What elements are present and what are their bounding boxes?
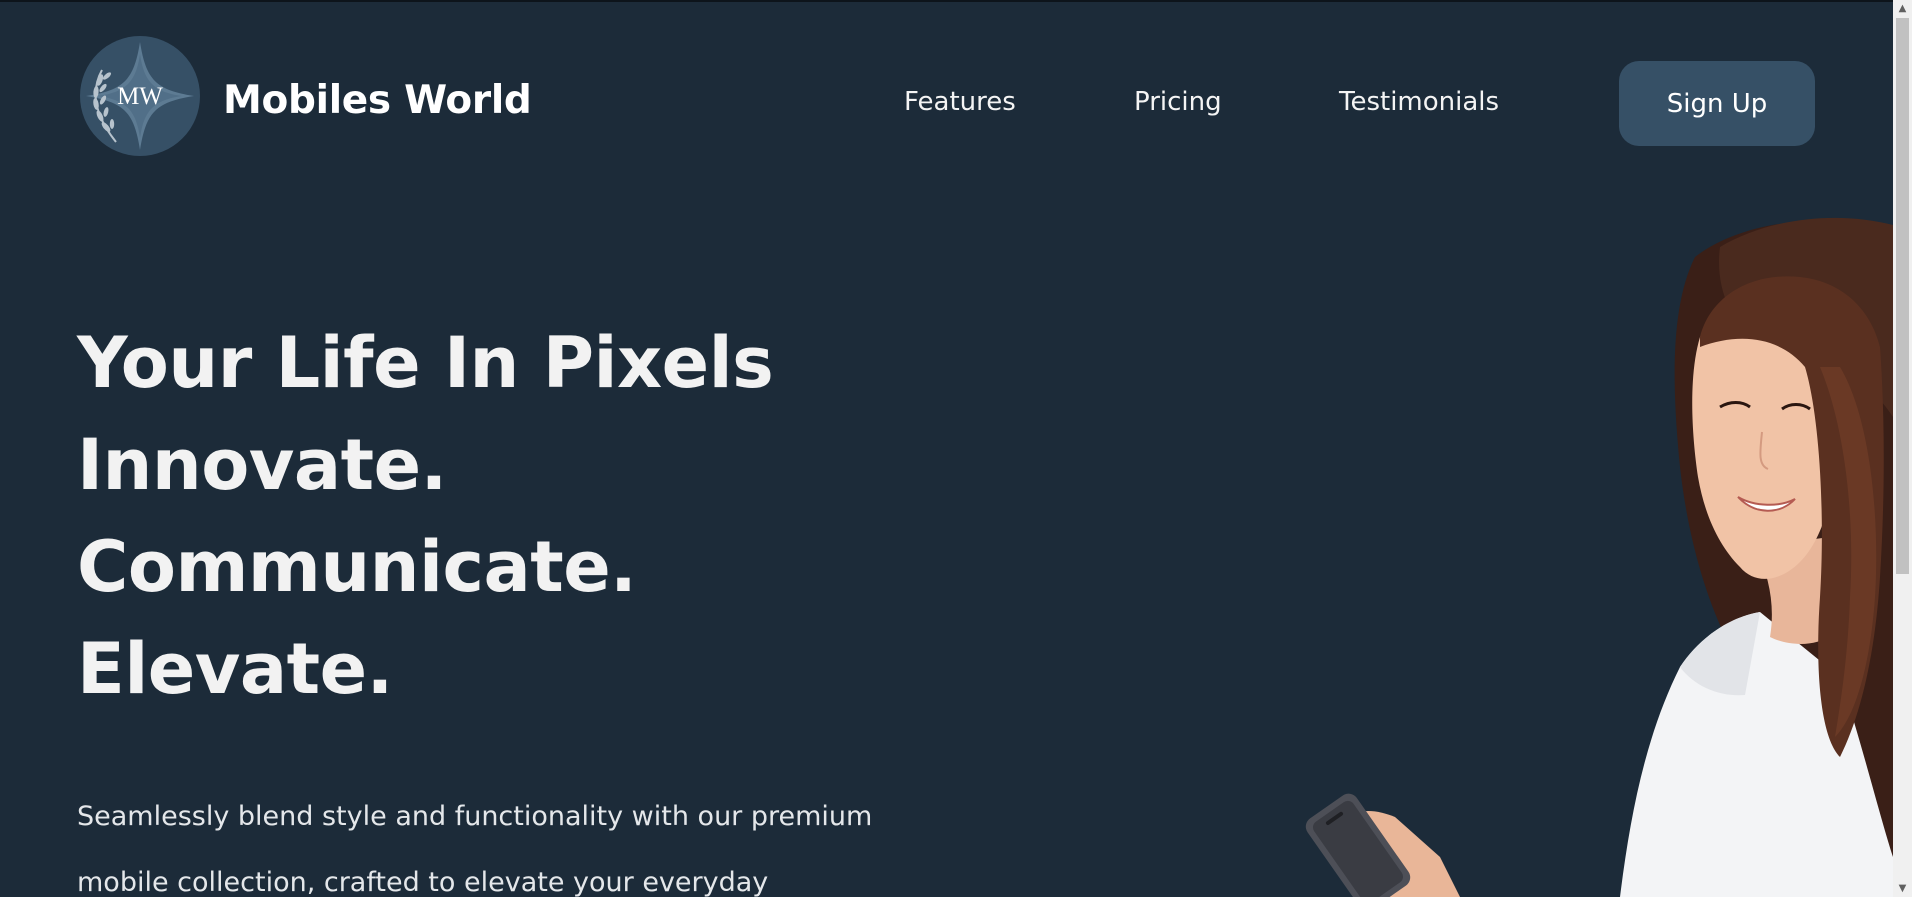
woman-with-phone-illustration bbox=[1305, 217, 1893, 897]
scrollbar-thumb[interactable] bbox=[1896, 18, 1909, 574]
page-scrollbar[interactable]: ▲ ▼ bbox=[1893, 0, 1912, 897]
hero-description-line-1: Seamlessly blend style and functionality… bbox=[77, 801, 873, 832]
hero-description: Seamlessly blend style and functionality… bbox=[77, 784, 977, 897]
hero-woman-with-phone-image bbox=[1300, 217, 1893, 897]
mw-star-laurel-logo-icon: MW bbox=[80, 36, 200, 156]
arrow-up-icon[interactable]: ▲ bbox=[1893, 0, 1912, 17]
logo-monogram: MW bbox=[117, 83, 163, 110]
nav-features-link[interactable]: Features bbox=[904, 87, 1016, 117]
nav-testimonials-link[interactable]: Testimonials bbox=[1339, 87, 1499, 117]
brand-name[interactable]: Mobiles World bbox=[223, 78, 532, 123]
hero-heading-line-3: Communicate. bbox=[77, 526, 637, 608]
hero-heading-line-2: Innovate. bbox=[77, 424, 447, 506]
nav-pricing-link[interactable]: Pricing bbox=[1134, 87, 1222, 117]
arrow-down-icon[interactable]: ▼ bbox=[1893, 880, 1912, 897]
sign-up-button[interactable]: Sign Up bbox=[1619, 61, 1815, 146]
brand-logo[interactable]: MW bbox=[80, 36, 200, 156]
landing-page: MW Mobiles World Features Pricing Testim… bbox=[0, 2, 1893, 897]
hero-heading-line-4: Elevate. bbox=[77, 628, 393, 710]
hero-heading-line-1: Your Life In Pixels bbox=[77, 322, 774, 404]
hero-description-line-2: mobile collection, crafted to elevate yo… bbox=[77, 867, 769, 897]
